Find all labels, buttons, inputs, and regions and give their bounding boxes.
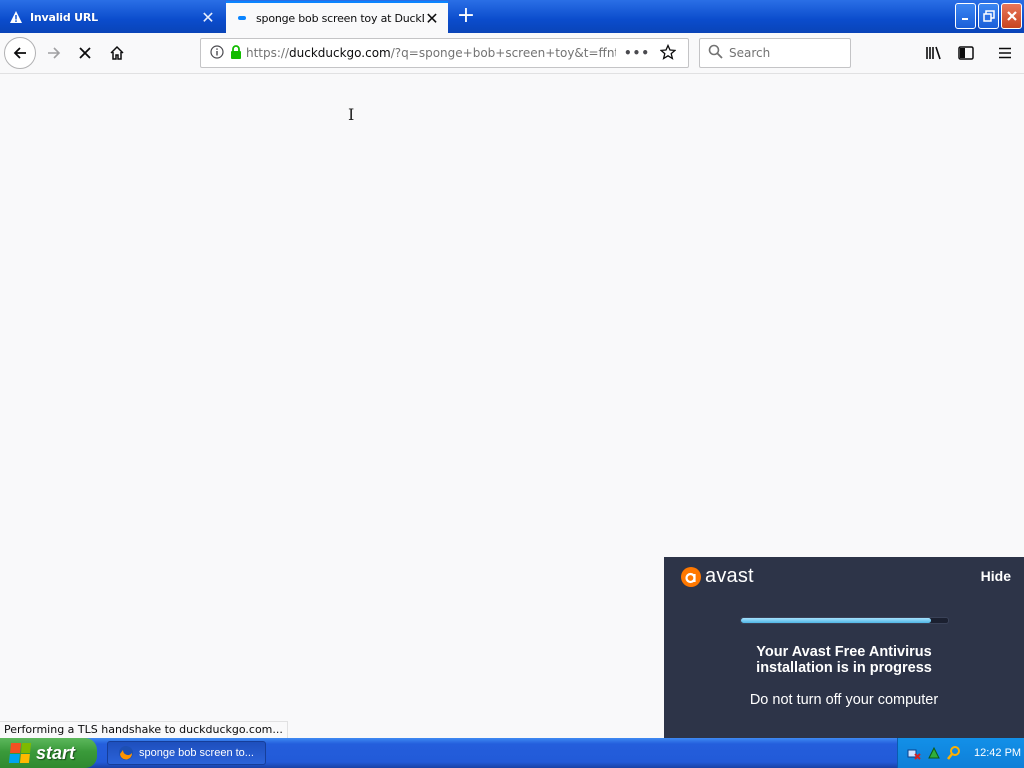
- back-arrow-icon: [13, 47, 26, 59]
- page-actions-icon[interactable]: •••: [624, 46, 650, 60]
- lock-icon[interactable]: [230, 44, 242, 62]
- windows-logo-icon: [8, 743, 32, 763]
- system-tray: 12:42 PM: [897, 738, 1024, 768]
- close-window-button[interactable]: [1001, 3, 1022, 29]
- stop-icon: [79, 47, 91, 59]
- loading-icon: [234, 10, 250, 26]
- stop-button[interactable]: [69, 37, 101, 69]
- library-button[interactable]: [918, 37, 950, 69]
- url-text[interactable]: https://duckduckgo.com/?q=sponge+bob+scr…: [246, 46, 616, 60]
- taskbar-item-label: sponge bob screen to...: [139, 747, 254, 759]
- navigation-toolbar: https://duckduckgo.com/?q=sponge+bob+scr…: [0, 33, 1024, 74]
- avast-logo: avast: [680, 565, 754, 588]
- close-tab-icon[interactable]: ✕: [424, 9, 440, 28]
- taskbar-item-firefox[interactable]: sponge bob screen to...: [107, 741, 266, 765]
- close-tab-icon[interactable]: ✕: [200, 8, 216, 27]
- network-icon[interactable]: [906, 745, 922, 761]
- url-bar[interactable]: https://duckduckgo.com/?q=sponge+bob+scr…: [200, 38, 689, 68]
- library-icon: [926, 46, 941, 60]
- back-button[interactable]: [4, 37, 36, 69]
- minimize-icon: [961, 18, 968, 20]
- progress-fill: [741, 618, 932, 623]
- forward-arrow-icon: [48, 47, 61, 59]
- search-bar[interactable]: [699, 38, 851, 68]
- taskbar: start sponge bob screen to... 12:42 PM: [0, 738, 1024, 768]
- avast-title-line1: Your Avast Free Antivirus: [756, 644, 932, 660]
- firefox-icon: [118, 745, 134, 761]
- url-host: duckduckgo.com: [289, 46, 391, 60]
- tab-title: Invalid URL: [30, 10, 98, 24]
- close-icon: [1006, 11, 1017, 21]
- start-label: start: [36, 742, 76, 763]
- avast-logo-icon: [681, 566, 701, 587]
- sidebar-icon: [958, 46, 974, 60]
- avast-logo-text: avast: [705, 565, 754, 587]
- forward-button[interactable]: [38, 37, 70, 69]
- avast-title: Your Avast Free Antivirus installation i…: [664, 644, 1024, 676]
- tab-strip: Invalid URL ✕ sponge bob screen toy at D…: [0, 0, 1024, 33]
- avast-title-line2: installation is in progress: [756, 660, 932, 676]
- safely-remove-icon[interactable]: [926, 745, 942, 761]
- warning-icon: [8, 9, 24, 25]
- avast-notification: avast Hide Your Avast Free Antivirus ins…: [664, 557, 1024, 738]
- minimize-button[interactable]: [955, 3, 976, 29]
- restore-icon: [982, 10, 995, 22]
- avast-subtitle: Do not turn off your computer: [749, 692, 939, 708]
- install-progress-bar: [740, 617, 949, 624]
- info-icon[interactable]: [210, 44, 224, 62]
- url-prefix: https://: [246, 46, 290, 60]
- hide-button[interactable]: Hide: [981, 568, 1011, 584]
- search-tray-icon[interactable]: [946, 745, 962, 761]
- status-bar: Performing a TLS handshake to duckduckgo…: [0, 721, 288, 738]
- new-tab-button[interactable]: +: [453, 4, 479, 30]
- text-cursor-icon: I: [348, 105, 355, 124]
- url-path: /?q=sponge+bob+screen+toy&t=ffnt: [390, 46, 616, 60]
- bookmark-star-icon[interactable]: [659, 43, 677, 63]
- restore-button[interactable]: [978, 3, 999, 29]
- start-button[interactable]: start: [0, 738, 97, 768]
- tab-duckduckgo[interactable]: sponge bob screen toy at DuckDuckGo ✕: [226, 1, 448, 33]
- clock: 12:42 PM: [974, 747, 1022, 759]
- tab-invalid-url[interactable]: Invalid URL ✕: [0, 1, 224, 33]
- tab-title: sponge bob screen toy at DuckDuckGo: [256, 11, 424, 25]
- search-input[interactable]: [729, 46, 839, 60]
- menu-button[interactable]: [989, 37, 1021, 69]
- hamburger-menu-icon: [999, 47, 1011, 59]
- sidebar-button[interactable]: [950, 37, 982, 69]
- home-button[interactable]: [101, 37, 133, 69]
- home-icon: [110, 45, 124, 60]
- search-icon: [708, 44, 723, 62]
